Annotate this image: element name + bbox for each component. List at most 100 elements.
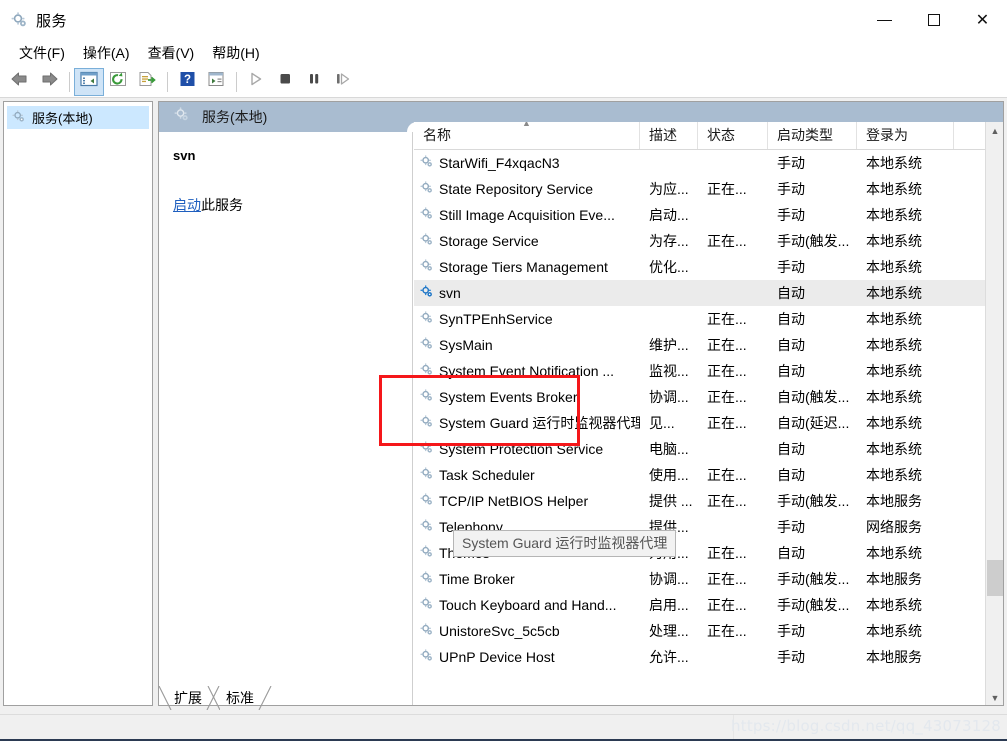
- tab-extended[interactable]: 扩展: [168, 686, 208, 710]
- console-tree-pane: 服务(本地): [3, 101, 153, 706]
- toolbar-stop-service[interactable]: [271, 69, 299, 95]
- column-log-on-as[interactable]: 登录为: [857, 122, 954, 149]
- table-row[interactable]: Touch Keyboard and Hand... 启用... 正在... 手动(触…: [414, 592, 985, 618]
- menu-help[interactable]: 帮助(H): [203, 40, 268, 66]
- help-icon: ?: [179, 71, 196, 92]
- table-row[interactable]: State Repository Service 为应... 正在... 手动 本地系统: [414, 176, 985, 202]
- table-row[interactable]: System Protection Service 电脑... 自动 本地系统: [414, 436, 985, 462]
- back-arrow-icon: [10, 71, 30, 92]
- services-gear-icon: [173, 106, 190, 128]
- service-name-text: UnistoreSvc_5c5cb: [439, 623, 560, 639]
- maximize-button[interactable]: [909, 0, 958, 40]
- scrollbar-thumb[interactable]: [987, 560, 1003, 596]
- toolbar-export-list[interactable]: [133, 69, 161, 95]
- cell-service-name: Touch Keyboard and Hand...: [414, 596, 640, 614]
- cell-startup-type: 自动: [777, 363, 805, 379]
- column-description[interactable]: 描述: [640, 122, 698, 149]
- service-name-text: Storage Tiers Management: [439, 259, 608, 275]
- cell-log-on-as: 本地系统: [866, 363, 922, 379]
- row-tooltip: System Guard 运行时监视器代理: [453, 530, 677, 557]
- table-row[interactable]: SynTPEnhService 正在... 自动 本地系统: [414, 306, 985, 332]
- service-details-pane: svn 启动此服务: [159, 132, 413, 705]
- service-gear-icon: [419, 362, 434, 380]
- table-row[interactable]: Task Scheduler 使用... 正在... 自动 本地系统: [414, 462, 985, 488]
- selected-service-name: svn: [173, 148, 196, 163]
- close-button[interactable]: ✕: [958, 0, 1007, 40]
- service-name-text: System Events Broker: [439, 389, 578, 405]
- cell-log-on-as: 本地系统: [866, 285, 922, 301]
- table-row[interactable]: UnistoreSvc_5c5cb 处理... 正在... 手动 本地系统: [414, 618, 985, 644]
- column-status[interactable]: 状态: [698, 122, 768, 149]
- cell-description: 为存...: [649, 233, 689, 249]
- cell-startup-type: 手动(触发...: [777, 233, 850, 249]
- tab-standard[interactable]: 标准: [220, 686, 260, 710]
- table-row[interactable]: UPnP Device Host 允许... 手动 本地服务: [414, 644, 985, 670]
- toolbar-restart-service[interactable]: [329, 69, 357, 95]
- toolbar-forward[interactable]: [35, 69, 63, 95]
- cell-description: 使用...: [649, 467, 689, 483]
- table-row[interactable]: StarWifi_F4xqacN3 手动 本地系统: [414, 150, 985, 176]
- table-row[interactable]: Time Broker 协调... 正在... 手动(触发... 本地服务: [414, 566, 985, 592]
- table-row[interactable]: System Guard 运行时监视器代理 见... 正在... 自动(延迟... 本地…: [414, 410, 985, 436]
- service-name-text: Task Scheduler: [439, 467, 535, 483]
- toolbar-console-tree[interactable]: [74, 67, 104, 96]
- cell-log-on-as: 本地系统: [866, 389, 922, 405]
- cell-service-name: StarWifi_F4xqacN3: [414, 154, 640, 172]
- tree-item-services-local[interactable]: 服务(本地): [7, 106, 149, 129]
- show-hide-console-tree-icon: [80, 71, 98, 92]
- menu-bar: 文件(F) 操作(A) 查看(V) 帮助(H): [0, 40, 1007, 66]
- column-startup-type-label: 启动类型: [777, 127, 833, 143]
- toolbar-back[interactable]: [6, 69, 34, 95]
- table-row[interactable]: svn 自动 本地系统: [414, 280, 985, 306]
- table-row[interactable]: Storage Service 为存... 正在... 手动(触发... 本地系统: [414, 228, 985, 254]
- services-gear-icon: [11, 109, 26, 127]
- scroll-up-icon[interactable]: ▲: [986, 122, 1003, 140]
- list-vertical-scrollbar[interactable]: ▲ ▼: [985, 122, 1003, 705]
- service-name-text: Storage Service: [439, 233, 539, 249]
- toolbar-pause-service[interactable]: [300, 69, 328, 95]
- window-title: 服务: [36, 12, 68, 30]
- service-gear-icon: [419, 388, 434, 406]
- cell-description: 协调...: [649, 389, 689, 405]
- service-gear-icon: [419, 284, 434, 302]
- cell-startup-type: 手动: [777, 259, 805, 275]
- cell-description: 电脑...: [649, 441, 689, 457]
- cell-log-on-as: 网络服务: [866, 519, 922, 535]
- minimize-button[interactable]: [860, 0, 909, 40]
- service-gear-icon: [419, 492, 434, 510]
- cell-startup-type: 手动: [777, 155, 805, 171]
- cell-status: 正在...: [707, 389, 747, 405]
- cell-log-on-as: 本地系统: [866, 155, 922, 171]
- export-list-icon: [138, 71, 156, 92]
- cell-status: 正在...: [707, 311, 747, 327]
- menu-view[interactable]: 查看(V): [139, 40, 204, 66]
- cell-startup-type: 手动: [777, 181, 805, 197]
- cell-log-on-as: 本地系统: [866, 259, 922, 275]
- cell-startup-type: 自动(延迟...: [777, 415, 850, 431]
- cell-service-name: System Guard 运行时监视器代理: [414, 413, 640, 433]
- service-name-text: SynTPEnhService: [439, 311, 553, 327]
- menu-action[interactable]: 操作(A): [74, 40, 139, 66]
- service-gear-icon: [419, 648, 434, 666]
- pause-icon: [307, 71, 321, 92]
- column-startup-type[interactable]: 启动类型: [768, 122, 857, 149]
- cell-log-on-as: 本地系统: [866, 623, 922, 639]
- column-name[interactable]: ▲ 名称: [414, 122, 640, 149]
- table-row[interactable]: Still Image Acquisition Eve... 启动... 手动 本地系…: [414, 202, 985, 228]
- table-row[interactable]: SysMain 维护... 正在... 自动 本地系统: [414, 332, 985, 358]
- table-row[interactable]: Storage Tiers Management 优化... 手动 本地系统: [414, 254, 985, 280]
- start-service-link[interactable]: 启动: [173, 197, 201, 213]
- cell-description: 处理...: [649, 623, 689, 639]
- menu-file[interactable]: 文件(F): [10, 40, 74, 66]
- table-row[interactable]: TCP/IP NetBIOS Helper 提供 ... 正在... 手动(触发...…: [414, 488, 985, 514]
- table-row[interactable]: System Event Notification ... 监视... 正在... 自…: [414, 358, 985, 384]
- toolbar-separator-2: [167, 71, 168, 92]
- toolbar-refresh[interactable]: [104, 69, 132, 95]
- svg-text:?: ?: [183, 74, 190, 86]
- scroll-down-icon[interactable]: ▼: [986, 689, 1003, 705]
- toolbar-properties[interactable]: [202, 69, 230, 95]
- toolbar-start-service[interactable]: [242, 69, 270, 95]
- toolbar-help[interactable]: ?: [173, 69, 201, 95]
- table-row[interactable]: System Events Broker 协调... 正在... 自动(触发... 本地…: [414, 384, 985, 410]
- cell-status: 正在...: [707, 467, 747, 483]
